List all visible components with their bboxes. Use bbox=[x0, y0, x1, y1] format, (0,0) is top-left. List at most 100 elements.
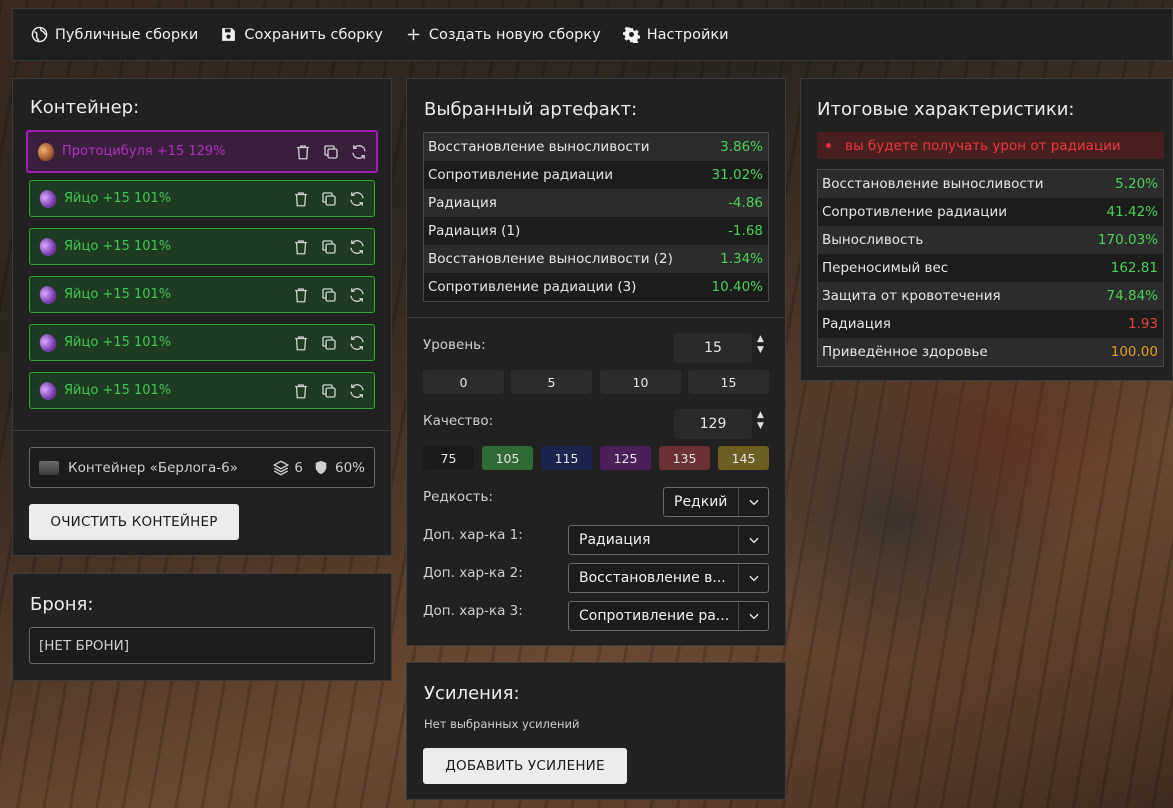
chevron-down-icon[interactable]: ▼ bbox=[757, 421, 764, 432]
table-row: Сопротивление радиации 41.42% bbox=[818, 198, 1163, 226]
level-input[interactable]: 15 bbox=[674, 333, 752, 363]
extra1-value: Радиация bbox=[579, 532, 651, 548]
extra2-select[interactable]: Восстановление в... bbox=[568, 563, 769, 593]
container-slot-5[interactable]: Яйцо +15 101% bbox=[29, 324, 375, 361]
radiation-warning: вы будете получать урон от радиации bbox=[817, 132, 1164, 159]
chevron-up-icon[interactable]: ▲ bbox=[757, 334, 764, 345]
stat-value: 162.81 bbox=[1083, 254, 1163, 282]
stat-name: Радиация bbox=[818, 310, 1084, 338]
container-name: Контейнер «Берлога-6» bbox=[68, 459, 238, 476]
totals-panel: Итоговые характеристики: вы будете получ… bbox=[800, 78, 1173, 381]
chevron-up-icon[interactable]: ▲ bbox=[757, 410, 764, 421]
quality-preset-115[interactable]: 115 bbox=[541, 446, 592, 470]
top-toolbar: Публичные сборки Сохранить сборку Создат… bbox=[12, 8, 1173, 61]
slot-name: Яйцо +15 101% bbox=[64, 335, 172, 350]
swap-icon[interactable] bbox=[348, 334, 366, 352]
artifact-panel: Выбранный артефакт: Восстановление вынос… bbox=[406, 78, 786, 646]
copy-icon[interactable] bbox=[320, 382, 338, 400]
artifact-stats-table: Восстановление выносливости 3.86% Сопроти… bbox=[423, 132, 769, 302]
plus-icon bbox=[407, 28, 420, 41]
chevron-down-icon[interactable] bbox=[738, 602, 768, 630]
new-build-button[interactable]: Создать новую сборку bbox=[405, 26, 601, 43]
container-slot-4[interactable]: Яйцо +15 101% bbox=[29, 276, 375, 313]
quality-preset-75[interactable]: 75 bbox=[423, 446, 474, 470]
table-row: Сопротивление радиации 31.02% bbox=[424, 161, 768, 189]
stat-value: -1.68 bbox=[701, 217, 768, 245]
container-info-field[interactable]: Контейнер «Берлога-6» 6 60% bbox=[29, 447, 375, 488]
swap-icon[interactable] bbox=[348, 190, 366, 208]
level-preset-10[interactable]: 10 bbox=[600, 370, 681, 394]
public-builds-button[interactable]: Публичные сборки bbox=[31, 26, 198, 43]
swap-icon[interactable] bbox=[348, 382, 366, 400]
level-preset-15[interactable]: 15 bbox=[688, 370, 769, 394]
quality-preset-145[interactable]: 145 bbox=[718, 446, 769, 470]
chevron-down-icon[interactable] bbox=[738, 564, 768, 592]
copy-icon[interactable] bbox=[320, 190, 338, 208]
egg-icon bbox=[36, 330, 60, 355]
trash-icon[interactable] bbox=[292, 382, 310, 400]
warning-text: вы будете получать урон от радиации bbox=[845, 137, 1121, 154]
extra3-select[interactable]: Сопротивление ра... bbox=[568, 601, 769, 631]
trash-icon[interactable] bbox=[292, 190, 310, 208]
trash-icon[interactable] bbox=[292, 238, 310, 256]
add-boost-button[interactable]: ДОБАВИТЬ УСИЛЕНИЕ bbox=[423, 748, 627, 784]
stat-value: 100.00 bbox=[1083, 338, 1163, 366]
slot-name: Яйцо +15 101% bbox=[64, 239, 172, 254]
swap-icon[interactable] bbox=[348, 238, 366, 256]
trash-icon[interactable] bbox=[294, 143, 312, 161]
settings-label: Настройки bbox=[646, 26, 729, 43]
quality-input[interactable]: 129 bbox=[674, 409, 752, 439]
shield-icon bbox=[315, 460, 327, 475]
armor-title: Броня: bbox=[30, 594, 94, 615]
save-build-button[interactable]: Сохранить сборку bbox=[220, 26, 383, 43]
stat-name: Выносливость bbox=[818, 226, 1084, 254]
swap-icon[interactable] bbox=[348, 286, 366, 304]
table-row: Восстановление выносливости 3.86% bbox=[424, 133, 768, 161]
table-row: Переносимый вес 162.81 bbox=[818, 254, 1163, 282]
egg-icon bbox=[36, 282, 60, 307]
totals-title: Итоговые характеристики: bbox=[817, 99, 1075, 120]
boosts-empty-text: Нет выбранных усилений bbox=[424, 717, 580, 731]
table-row: Выносливость 170.03% bbox=[818, 226, 1163, 254]
quality-preset-125[interactable]: 125 bbox=[600, 446, 651, 470]
copy-icon[interactable] bbox=[320, 238, 338, 256]
chevron-down-icon[interactable] bbox=[738, 488, 768, 516]
stat-name: Защита от кровотечения bbox=[818, 282, 1084, 310]
stat-name: Сопротивление радиации (3) bbox=[424, 273, 702, 301]
container-protection: 60% bbox=[334, 459, 365, 476]
container-slot-1[interactable]: Протоцибуля +15 129% bbox=[26, 130, 378, 173]
copy-icon[interactable] bbox=[322, 143, 340, 161]
egg-icon bbox=[36, 234, 60, 259]
level-spinner[interactable]: ▲ ▼ bbox=[757, 334, 764, 356]
trash-icon[interactable] bbox=[292, 334, 310, 352]
chevron-down-icon[interactable]: ▼ bbox=[757, 345, 764, 356]
stat-name: Приведённое здоровье bbox=[818, 338, 1084, 366]
trash-icon[interactable] bbox=[292, 286, 310, 304]
clear-container-button[interactable]: ОЧИСТИТЬ КОНТЕЙНЕР bbox=[29, 504, 239, 540]
container-slot-3[interactable]: Яйцо +15 101% bbox=[29, 228, 375, 265]
gear-icon bbox=[622, 26, 640, 43]
level-preset-0[interactable]: 0 bbox=[423, 370, 504, 394]
quality-spinner[interactable]: ▲ ▼ bbox=[757, 410, 764, 432]
extra1-select[interactable]: Радиация bbox=[568, 525, 769, 555]
table-row: Восстановление выносливости (2) 1.34% bbox=[424, 245, 768, 273]
level-preset-5[interactable]: 5 bbox=[511, 370, 592, 394]
settings-button[interactable]: Настройки bbox=[622, 26, 729, 43]
chevron-down-icon[interactable] bbox=[738, 526, 768, 554]
stat-value: 31.02% bbox=[701, 161, 768, 189]
swap-icon[interactable] bbox=[350, 143, 368, 161]
container-slot-2[interactable]: Яйцо +15 101% bbox=[29, 180, 375, 217]
armor-field[interactable]: [НЕТ БРОНИ] bbox=[29, 627, 375, 664]
copy-icon[interactable] bbox=[320, 334, 338, 352]
copy-icon[interactable] bbox=[320, 286, 338, 304]
totals-stats-table: Восстановление выносливости 5.20% Сопроти… bbox=[817, 169, 1164, 367]
level-label: Уровень: bbox=[423, 337, 486, 353]
rarity-label: Редкость: bbox=[423, 489, 493, 505]
quality-preset-135[interactable]: 135 bbox=[659, 446, 710, 470]
rarity-select[interactable]: Редкий bbox=[663, 487, 769, 517]
container-title: Контейнер: bbox=[30, 97, 140, 118]
table-row: Защита от кровотечения 74.84% bbox=[818, 282, 1163, 310]
container-slot-6[interactable]: Яйцо +15 101% bbox=[29, 372, 375, 409]
stat-name: Восстановление выносливости bbox=[424, 133, 702, 161]
quality-preset-105[interactable]: 105 bbox=[482, 446, 533, 470]
